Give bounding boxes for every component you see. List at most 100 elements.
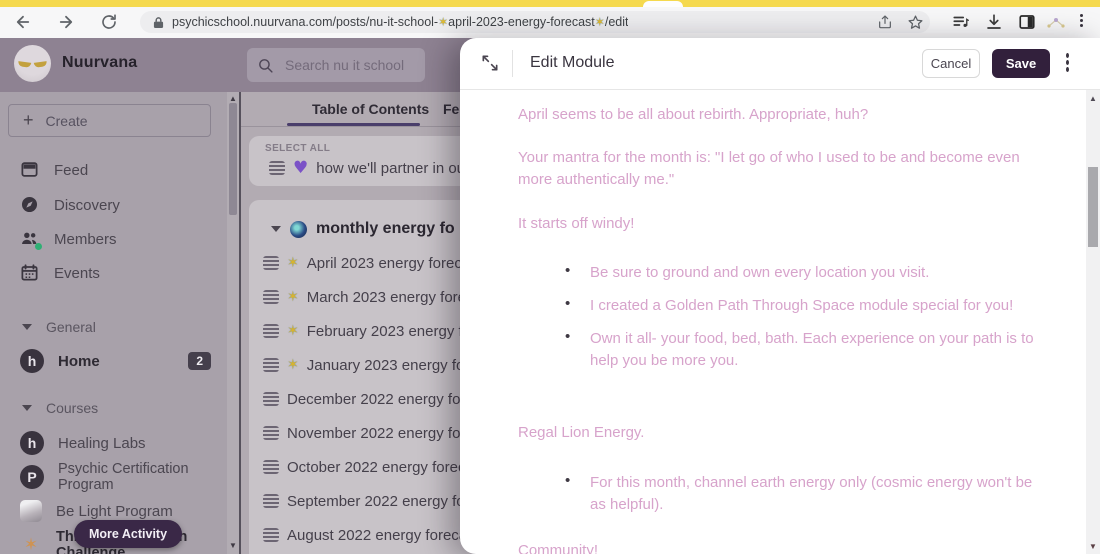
course-icon: P (20, 465, 44, 489)
module-row[interactable]: October 2022 energy foreca (249, 450, 476, 484)
module-row[interactable]: ✶ January 2023 energy for (249, 348, 476, 382)
modal-title: Edit Module (530, 54, 615, 71)
module-paragraph[interactable]: It starts off windy! (518, 213, 1018, 235)
list-icon[interactable] (263, 494, 279, 508)
chevron-down-icon (271, 226, 281, 232)
galaxy-icon (290, 220, 307, 238)
module-bullet[interactable]: • I created a Golden Path Through Space … (565, 295, 1040, 317)
share-icon[interactable] (877, 14, 893, 30)
scroll-down-arrow[interactable]: ▼ (229, 542, 237, 550)
search-box[interactable] (247, 48, 425, 82)
sidebar-item-members[interactable]: Members (0, 222, 227, 256)
sidebar: + Create Feed Discovery Members Events G… (0, 92, 227, 554)
sidebar-item-healing-labs[interactable]: h Healing Labs (0, 426, 227, 460)
sparkles-icon: ✶ (287, 323, 299, 339)
table-of-contents-panel: Table of Contents Fee SELECT ALL ♥ how w… (241, 92, 476, 554)
module-row[interactable]: ✶ February 2023 energy fo (249, 314, 476, 348)
scroll-up-arrow[interactable]: ▲ (1086, 94, 1100, 103)
constellation-extension-icon[interactable] (1046, 16, 1066, 30)
module-paragraph[interactable]: Community! (518, 540, 1018, 554)
download-icon[interactable] (985, 13, 1003, 31)
module-row[interactable]: ✶ March 2023 energy forec (249, 280, 476, 314)
pinned-module-card: SELECT ALL ♥ how we'll partner in our (249, 136, 476, 186)
tab-table-of-contents[interactable]: Table of Contents (312, 101, 429, 117)
browser-menu-kebab-icon[interactable] (1080, 12, 1083, 29)
scroll-up-arrow[interactable]: ▲ (229, 95, 237, 103)
expand-icon[interactable] (480, 53, 500, 73)
sparkles-icon: ✶ (287, 357, 299, 373)
address-bar[interactable]: psychicschool.nuurvana.com/posts/nu-it-s… (140, 11, 930, 33)
brand-name[interactable]: Nuurvana (62, 54, 137, 72)
course-photo-avatar (20, 500, 42, 522)
bookmark-star-icon[interactable] (907, 14, 924, 31)
module-bullet[interactable]: • Own it all- your food, bed, bath. Each… (565, 328, 1040, 372)
module-row[interactable]: ♥ how we'll partner in our (265, 154, 476, 182)
sparkles-icon: ✶ (287, 255, 299, 271)
create-button[interactable]: + Create (8, 104, 211, 137)
header-divider (512, 50, 513, 77)
bullet-dot: • (565, 262, 571, 279)
sidebar-item-events[interactable]: Events (0, 256, 227, 290)
cancel-button[interactable]: Cancel (922, 49, 980, 78)
sparkles-icon: ✶ (438, 15, 449, 29)
reload-button[interactable] (100, 13, 120, 33)
search-input[interactable] (283, 56, 417, 74)
list-icon[interactable] (263, 256, 279, 270)
section-header[interactable]: monthly energy fo (249, 212, 476, 246)
sidebar-item-feed[interactable]: Feed (0, 153, 227, 187)
sidebar-scrollbar-thumb[interactable] (229, 103, 237, 215)
list-icon[interactable] (263, 426, 279, 440)
list-icon[interactable] (263, 324, 279, 338)
browser-tab-strip (0, 0, 1100, 7)
community-logo-avatar[interactable] (14, 45, 51, 82)
list-icon[interactable] (263, 460, 279, 474)
lock-icon[interactable] (153, 16, 164, 29)
members-icon (20, 229, 42, 250)
module-row[interactable]: ✶ April 2023 energy foreca (249, 246, 476, 280)
edit-module-modal: Edit Module Cancel Save April seems to b… (460, 38, 1100, 554)
list-icon[interactable] (263, 528, 279, 542)
scroll-down-arrow[interactable]: ▼ (1086, 542, 1100, 551)
monthly-section-card: monthly energy fo ✶ April 2023 energy fo… (249, 200, 476, 554)
module-row[interactable]: September 2022 energy for (249, 484, 476, 518)
sidebar-item-home[interactable]: h Home 2 (0, 344, 227, 378)
module-bullet[interactable]: • For this month, channel earth energy o… (565, 472, 1040, 516)
module-paragraph[interactable]: Regal Lion Energy. (518, 422, 1018, 444)
list-icon[interactable] (263, 290, 279, 304)
bullet-dot: • (565, 295, 571, 312)
search-icon (257, 57, 274, 74)
sidebar-item-psychic-certification[interactable]: P Psychic Certification Program (0, 460, 227, 494)
module-bullet[interactable]: • Be sure to ground and own every locati… (565, 262, 1040, 284)
feed-icon (20, 160, 40, 180)
module-row[interactable]: December 2022 energy fore (249, 382, 476, 416)
module-row[interactable]: November 2022 energy fore (249, 416, 476, 450)
compass-icon (20, 195, 40, 215)
screen: psychicschool.nuurvana.com/posts/nu-it-s… (0, 0, 1100, 554)
sidebar-item-discovery[interactable]: Discovery (0, 188, 227, 222)
media-list-extension-icon[interactable] (952, 13, 970, 31)
list-icon[interactable] (269, 161, 285, 175)
back-button[interactable] (14, 13, 34, 33)
module-paragraph[interactable]: Your mantra for the month is: "I let go … (518, 147, 1023, 191)
course-icon: h (20, 431, 44, 455)
save-button[interactable]: Save (992, 49, 1050, 78)
chevron-down-icon (22, 324, 32, 330)
panel-tabbar: Table of Contents Fee (241, 92, 476, 127)
calendar-icon (20, 263, 40, 283)
modal-header: Edit Module Cancel Save (460, 38, 1100, 90)
list-icon[interactable] (263, 392, 279, 406)
modal-menu-kebab-icon[interactable] (1066, 51, 1069, 74)
more-activity-button[interactable]: More Activity (74, 520, 183, 548)
sparkles-icon: ✶ (594, 15, 605, 29)
section-general[interactable]: General (0, 314, 227, 340)
module-paragraph[interactable]: April seems to be all about rebirth. App… (518, 104, 1018, 126)
modal-scrollbar[interactable]: ▲ ▼ (1086, 90, 1100, 554)
plus-icon: + (23, 110, 34, 130)
split-screen-extension-icon[interactable] (1018, 13, 1036, 31)
forward-button[interactable] (57, 13, 77, 33)
modal-scrollbar-thumb[interactable] (1088, 167, 1098, 247)
select-all-label[interactable]: SELECT ALL (265, 143, 476, 154)
list-icon[interactable] (263, 358, 279, 372)
module-row[interactable]: August 2022 energy forecas (249, 518, 476, 552)
section-courses[interactable]: Courses (0, 395, 227, 421)
